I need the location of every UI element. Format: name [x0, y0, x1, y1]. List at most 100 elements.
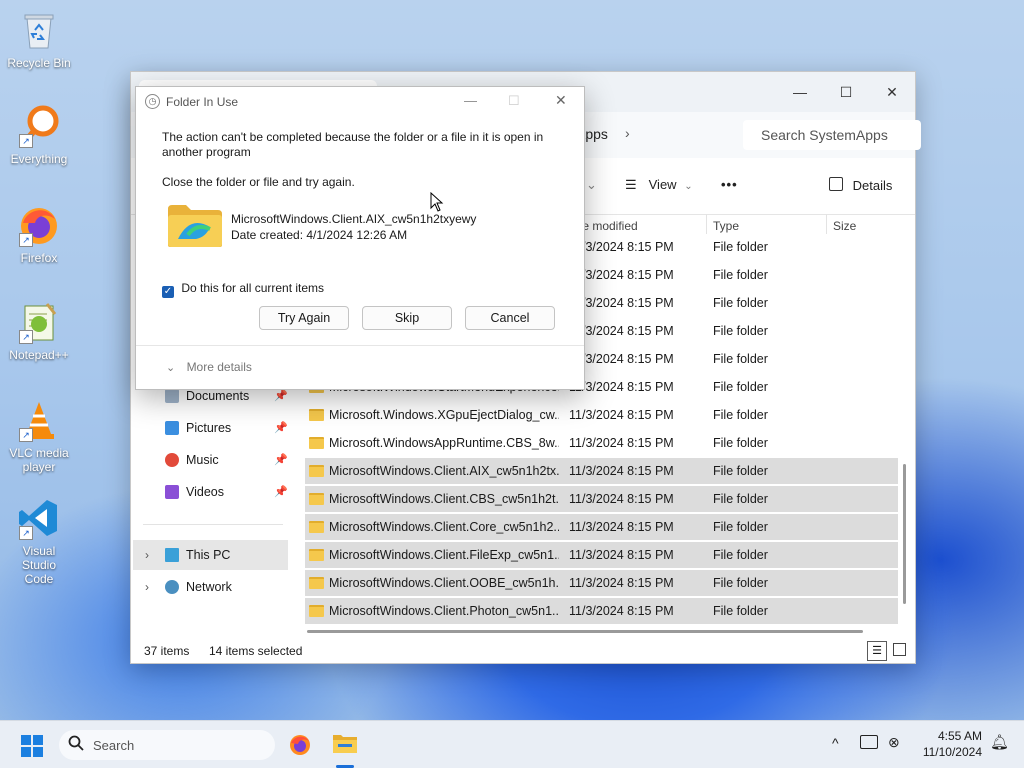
file-type: File folder [713, 492, 768, 506]
column-divider[interactable] [706, 214, 707, 234]
view-button[interactable]: ☰ View ⌄ [625, 177, 693, 193]
folder-icon [309, 577, 324, 589]
file-date: 11/3/2024 8:15 PM [569, 464, 674, 478]
skip-button[interactable]: Skip [362, 306, 452, 330]
apply-all-checkbox[interactable]: ✓ Do this for all current items [162, 281, 324, 298]
file-row[interactable]: MicrosoftWindows.Client.FileExp_cw5n1...… [305, 542, 898, 568]
close-button[interactable]: ✕ [555, 92, 567, 109]
dialog-divider [136, 345, 584, 346]
file-type: File folder [713, 520, 768, 534]
folder-thumbnail-icon [166, 203, 224, 249]
maximize-button[interactable]: ☐ [823, 78, 869, 106]
vertical-scrollbar[interactable] [903, 464, 906, 604]
network-status-icon[interactable] [860, 735, 878, 749]
nav-item-this-pc[interactable]: › This PC [133, 540, 288, 570]
file-date: 11/3/2024 8:15 PM [569, 576, 674, 590]
column-type[interactable]: Type [713, 219, 739, 233]
taskbar-file-explorer[interactable] [332, 732, 358, 768]
desktop-icon-vlc[interactable]: ↗ VLC media player [4, 398, 74, 474]
shortcut-arrow-icon: ↗ [19, 330, 33, 344]
close-button[interactable]: ✕ [869, 78, 915, 106]
more-options-button[interactable]: ••• [721, 177, 738, 192]
videos-icon [165, 485, 179, 499]
folder-icon [309, 549, 324, 561]
column-date-modified[interactable]: te modified [579, 219, 638, 233]
pictures-icon [165, 421, 179, 435]
folder-icon [309, 605, 324, 617]
maximize-button: ☐ [508, 93, 520, 108]
file-date: 11/3/2024 8:15 PM [569, 436, 674, 450]
chevron-up-icon[interactable]: ^ [832, 735, 839, 751]
clock[interactable]: 4:55 AM 11/10/2024 [912, 728, 982, 760]
search-input[interactable]: Search SystemApps [743, 120, 921, 150]
folder-icon [309, 465, 324, 477]
file-type: File folder [713, 408, 768, 422]
details-view-toggle-icon[interactable]: ☰ [867, 641, 887, 661]
folder-icon [309, 437, 324, 449]
nav-item-videos[interactable]: Videos 📌 [133, 477, 288, 507]
file-row[interactable]: MicrosoftWindows.Client.OOBE_cw5n1h... 11… [305, 570, 898, 596]
documents-icon [165, 389, 179, 403]
chevron-right-icon[interactable]: › [145, 572, 149, 602]
file-row[interactable]: Microsoft.Windows.XGpuEjectDialog_cw... 1… [305, 402, 898, 428]
try-again-button[interactable]: Try Again [259, 306, 349, 330]
file-date: 11/3/2024 8:15 PM [569, 604, 674, 618]
horizontal-scrollbar[interactable] [307, 630, 863, 633]
tiles-view-toggle-icon[interactable] [893, 643, 906, 656]
volume-muted-icon[interactable]: ⊗ [888, 734, 900, 751]
cancel-button[interactable]: Cancel [465, 306, 555, 330]
taskbar-firefox[interactable] [288, 733, 312, 757]
minimize-button[interactable]: — [777, 78, 823, 106]
file-row[interactable]: MicrosoftWindows.Client.CBS_cw5n1h2t... 1… [305, 486, 898, 512]
chevron-down-icon: ⌄ [166, 362, 176, 374]
shortcut-arrow-icon: ↗ [19, 428, 33, 442]
computer-icon [165, 548, 179, 562]
desktop-icon-notepad-plus-plus[interactable]: ↗ Notepad++ [4, 300, 74, 362]
desktop-icon-firefox[interactable]: ↗ Firefox [4, 203, 74, 265]
file-date: 11/3/2024 8:15 PM [569, 492, 674, 506]
file-type: File folder [713, 576, 768, 590]
details-pane-icon [829, 177, 843, 191]
clock-icon: ◷ [145, 94, 160, 109]
file-type: File folder [713, 324, 768, 338]
chevron-right-icon[interactable]: › [145, 540, 149, 570]
breadcrumb-chevron-icon[interactable]: › [625, 125, 630, 141]
chevron-down-icon[interactable]: ⌄ [586, 177, 597, 193]
vlc-cone-icon: ↗ [17, 398, 61, 442]
taskbar-search[interactable]: Search [59, 730, 275, 760]
file-row[interactable]: MicrosoftWindows.Client.Photon_cw5n1... 1… [305, 598, 898, 624]
file-name: MicrosoftWindows.Client.AIX_cw5n1h2tx... [329, 464, 559, 478]
file-name: MicrosoftWindows.Client.OOBE_cw5n1h... [329, 576, 559, 590]
file-row[interactable]: MicrosoftWindows.Client.Core_cw5n1h2... 1… [305, 514, 898, 540]
list-view-icon: ☰ [625, 177, 637, 192]
desktop-icon-vscode[interactable]: ↗ Visual Studio Code [4, 496, 74, 586]
column-divider[interactable] [826, 214, 827, 234]
desktop-icon-everything[interactable]: ↗ Everything [4, 104, 74, 166]
file-type: File folder [713, 352, 768, 366]
file-row[interactable]: Microsoft.WindowsAppRuntime.CBS_8w... 11/… [305, 430, 898, 456]
pin-icon: 📌 [274, 454, 288, 466]
details-pane-button[interactable]: Details [829, 177, 892, 193]
file-type: File folder [713, 240, 768, 254]
search-magnifier-icon: ↗ [17, 104, 61, 148]
folder-icon [333, 735, 357, 753]
desktop-icon-recycle-bin[interactable]: Recycle Bin [4, 8, 74, 70]
notification-bell-icon[interactable]: 🔔︎ [990, 733, 1009, 751]
minimize-button[interactable]: — [464, 93, 477, 108]
music-icon [165, 453, 179, 467]
firefox-icon: ↗ [17, 203, 61, 247]
more-details-toggle[interactable]: ⌄ More details [166, 360, 252, 374]
nav-item-pictures[interactable]: Pictures 📌 [133, 413, 288, 443]
file-row[interactable]: MicrosoftWindows.Client.AIX_cw5n1h2tx...… [305, 458, 898, 484]
column-size[interactable]: Size [833, 219, 856, 233]
nav-item-music[interactable]: Music 📌 [133, 445, 288, 475]
vscode-icon: ↗ [17, 496, 61, 540]
file-type: File folder [713, 296, 768, 310]
start-button[interactable] [21, 735, 43, 757]
file-type: File folder [713, 464, 768, 478]
nav-divider [143, 524, 283, 525]
nav-item-network[interactable]: › Network [133, 572, 288, 602]
windows-logo-icon [21, 735, 43, 757]
checkmark-icon: ✓ [162, 286, 174, 298]
folder-in-use-dialog: ◷ Folder In Use — ☐ ✕ The action can't b… [135, 86, 585, 390]
